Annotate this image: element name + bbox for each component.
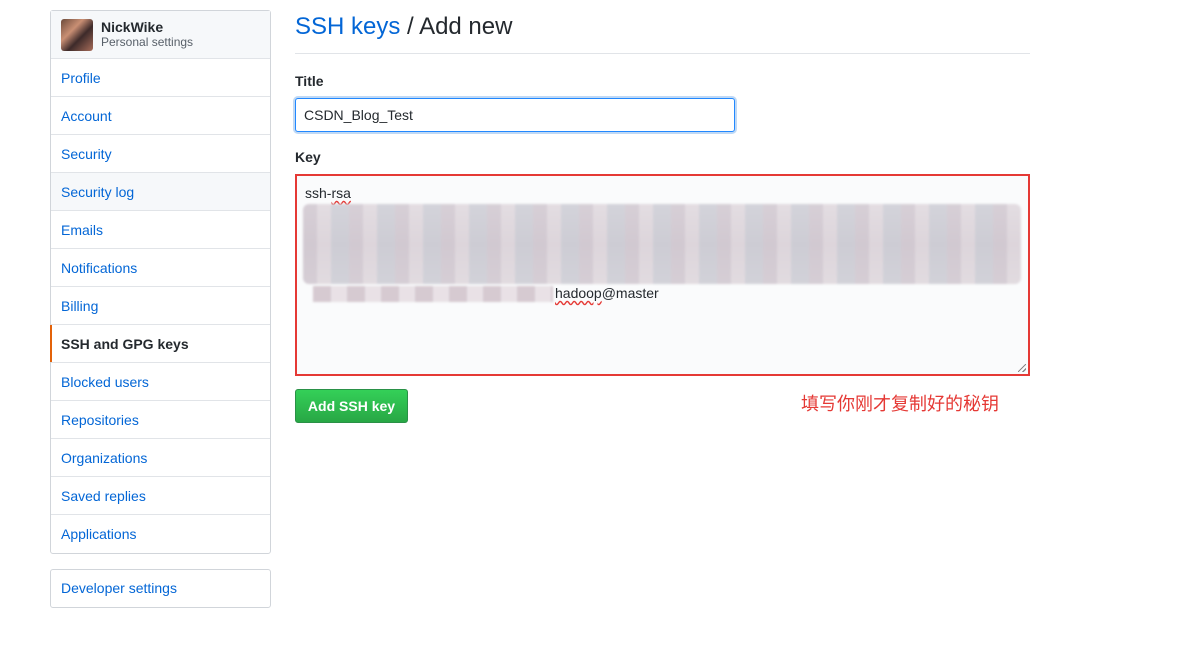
key-user-squiggle: hadoop <box>555 285 602 301</box>
key-textarea[interactable]: ssh-rsa hadoop@master <box>295 174 1030 376</box>
breadcrumb-separator: / <box>400 13 420 40</box>
title-input[interactable]: CSDN_Blog_Test <box>295 98 735 132</box>
sidebar-item-applications[interactable]: Applications <box>51 515 270 553</box>
sidebar-item-organizations[interactable]: Organizations <box>51 439 270 477</box>
redacted-key-block <box>303 204 1021 284</box>
add-ssh-key-button[interactable]: Add SSH key <box>295 389 408 423</box>
key-prefix: ssh- <box>305 185 332 201</box>
sidebar-item-emails[interactable]: Emails <box>51 211 270 249</box>
key-host: @master <box>601 285 659 301</box>
developer-settings-box: Developer settings <box>50 569 271 608</box>
page-title-text: Add new <box>419 13 513 40</box>
sidebar-item-blocked-users[interactable]: Blocked users <box>51 363 270 401</box>
breadcrumb-ssh-keys-link[interactable]: SSH keys <box>295 13 400 40</box>
key-first-line: ssh-rsa <box>305 184 351 202</box>
page-title: SSH keys / Add new <box>295 0 1030 54</box>
profile-name[interactable]: NickWike <box>101 19 193 35</box>
annotation-note: 填写你刚才复制好的秘钥 <box>801 394 999 415</box>
sidebar-item-developer-settings[interactable]: Developer settings <box>51 570 270 607</box>
key-last-line: hadoop@master <box>555 284 659 302</box>
sidebar-item-saved-replies[interactable]: Saved replies <box>51 477 270 515</box>
sidebar-item-account[interactable]: Account <box>51 97 270 135</box>
sidebar-item-repositories[interactable]: Repositories <box>51 401 270 439</box>
profile-header[interactable]: NickWike Personal settings <box>51 11 270 59</box>
profile-subtitle: Personal settings <box>101 35 194 49</box>
key-prefix-squiggle: rsa <box>331 185 351 201</box>
settings-page: NickWike Personal settings Profile Accou… <box>0 0 1185 653</box>
sidebar-item-notifications[interactable]: Notifications <box>51 249 270 287</box>
sidebar-item-billing[interactable]: Billing <box>51 287 270 325</box>
main-content: SSH keys / Add new Title CSDN_Blog_Test … <box>295 0 1030 423</box>
redacted-key-tail <box>313 286 553 302</box>
settings-sidebar: NickWike Personal settings Profile Accou… <box>50 10 271 554</box>
title-label: Title <box>295 73 324 89</box>
avatar[interactable] <box>61 18 93 51</box>
profile-text: NickWike Personal settings <box>101 19 193 50</box>
sidebar-item-ssh-gpg-keys[interactable]: SSH and GPG keys <box>50 325 270 363</box>
sidebar-item-security[interactable]: Security <box>51 135 270 173</box>
sidebar-item-security-log[interactable]: Security log <box>51 173 270 211</box>
sidebar-item-profile[interactable]: Profile <box>51 59 270 97</box>
key-label: Key <box>295 149 321 165</box>
resize-handle-icon[interactable] <box>1018 364 1026 372</box>
